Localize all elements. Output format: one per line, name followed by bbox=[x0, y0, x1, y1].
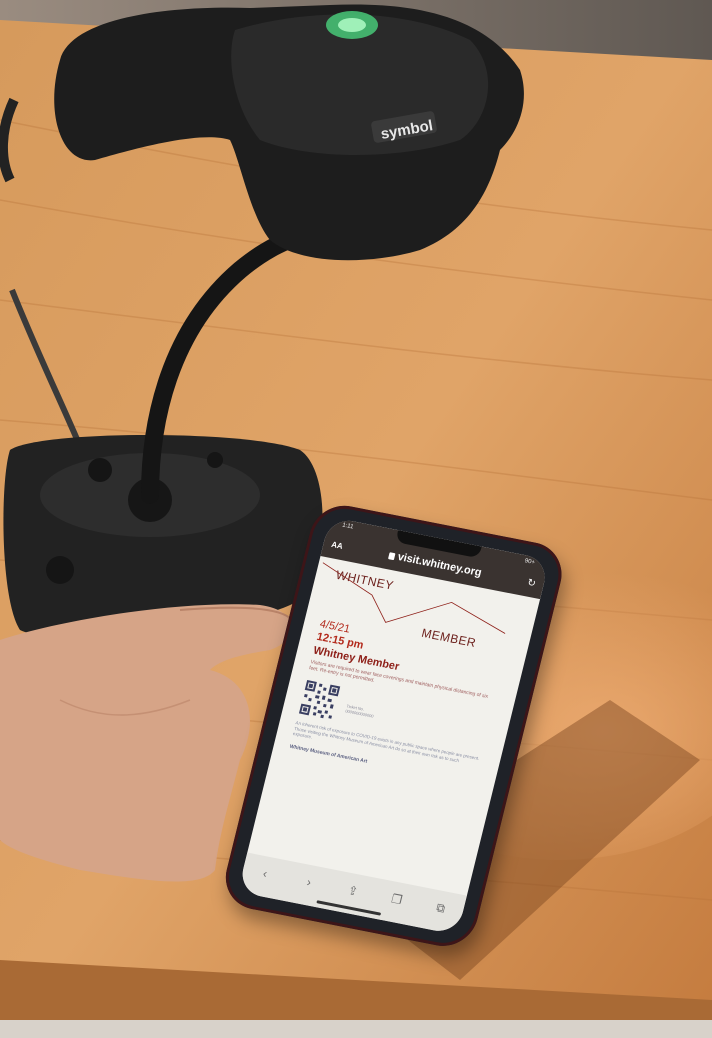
back-icon[interactable]: ‹ bbox=[255, 865, 276, 882]
photo-scene: symbol 1:11 90+ AA visit.whitney.org ↻ W… bbox=[0, 0, 712, 1038]
status-time: 1:11 bbox=[341, 522, 354, 531]
share-icon[interactable]: ⇪ bbox=[343, 882, 364, 899]
tabs-icon[interactable]: ⧉ bbox=[430, 899, 451, 917]
qr-code bbox=[297, 678, 342, 722]
ticket-fine-print: An inherent risk of exposure to COVID-19… bbox=[292, 720, 480, 763]
lock-icon bbox=[388, 551, 396, 560]
reader-settings-button[interactable]: AA bbox=[331, 539, 344, 550]
ticket-number-block: Ticket No. 0000000000000 bbox=[345, 703, 376, 718]
forward-icon[interactable]: › bbox=[299, 874, 320, 891]
bookmarks-icon[interactable]: ❐ bbox=[386, 891, 407, 908]
